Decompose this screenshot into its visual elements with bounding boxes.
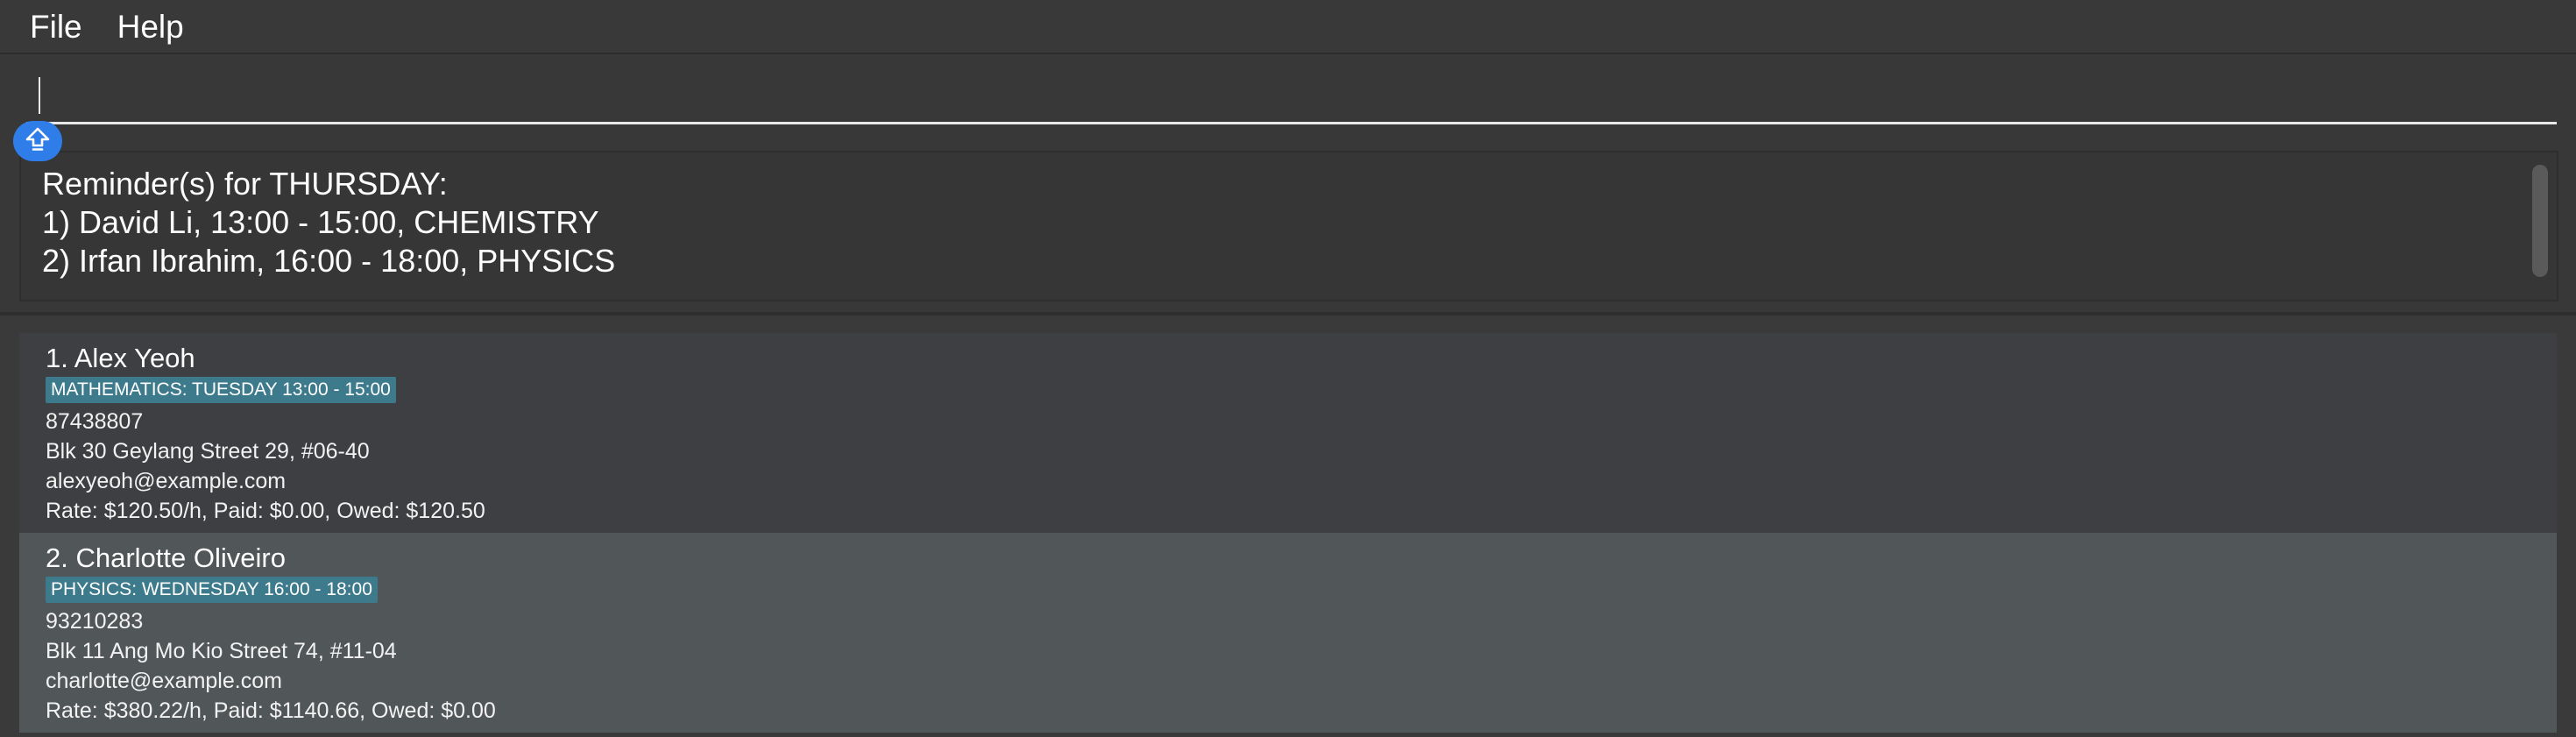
person-name: 1. Alex Yeoh (46, 343, 195, 373)
reminder-line: 1) David Li, 13:00 - 15:00, CHEMISTRY (42, 204, 599, 240)
menu-file[interactable]: File (30, 11, 82, 43)
person-list: 1. Alex Yeoh MATHEMATICS: TUESDAY 13:00 … (19, 333, 2557, 737)
person-phone: 93210283 (46, 609, 144, 634)
reminder-box: Reminder(s) for THURSDAY: 1) David Li, 1… (19, 151, 2558, 301)
person-email: charlotte@example.com (46, 669, 282, 693)
app-window: File Help Reminder(s) for THURSDAY: 1) D… (0, 0, 2576, 737)
upload-arrow-button[interactable] (13, 121, 62, 161)
person-address: Blk 30 Geylang Street 29, #06-40 (46, 439, 370, 464)
person-rate: Rate: $380.22/h, Paid: $1140.66, Owed: $… (46, 698, 496, 723)
person-name: 2. Charlotte Oliveiro (46, 542, 286, 573)
person-card[interactable]: 1. Alex Yeoh MATHEMATICS: TUESDAY 13:00 … (19, 333, 2557, 533)
upload-arrow-icon (24, 126, 52, 157)
reminder-scrollbar[interactable] (2532, 165, 2548, 277)
command-input[interactable] (26, 68, 2557, 124)
lesson-tag: PHYSICS: WEDNESDAY 16:00 - 18:00 (46, 577, 378, 603)
person-list-panel: 1. Alex Yeoh MATHEMATICS: TUESDAY 13:00 … (0, 315, 2576, 737)
text-caret (39, 77, 40, 114)
person-phone: 87438807 (46, 409, 144, 434)
person-address: Blk 11 Ang Mo Kio Street 74, #11-04 (46, 639, 397, 663)
reminder-line: 2) Irfan Ibrahim, 16:00 - 18:00, PHYSICS (42, 243, 616, 279)
lesson-tag: MATHEMATICS: TUESDAY 13:00 - 15:00 (46, 377, 396, 403)
reminder-heading: Reminder(s) for THURSDAY: (42, 166, 448, 202)
command-box (0, 56, 2576, 144)
person-card[interactable]: 2. Charlotte Oliveiro PHYSICS: WEDNESDAY… (19, 533, 2557, 733)
menu-help[interactable]: Help (117, 11, 184, 43)
result-display: Reminder(s) for THURSDAY: 1) David Li, 1… (0, 145, 2576, 312)
reminder-text: Reminder(s) for THURSDAY: 1) David Li, 1… (42, 165, 615, 280)
person-rate: Rate: $120.50/h, Paid: $0.00, Owed: $120… (46, 499, 485, 523)
menu-bar: File Help (0, 0, 2576, 54)
person-email: alexyeoh@example.com (46, 469, 287, 493)
